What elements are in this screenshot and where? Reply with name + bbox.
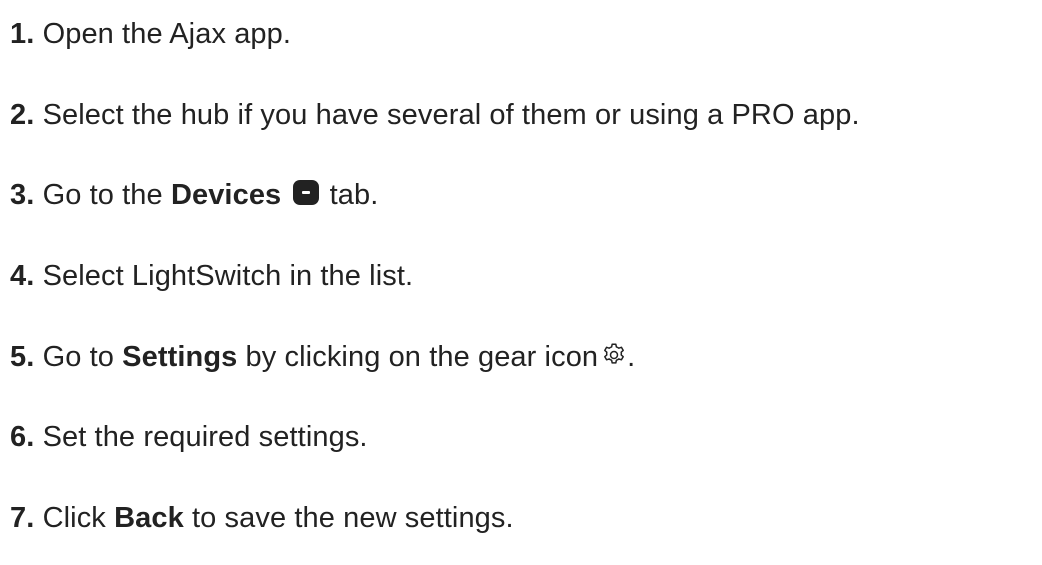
step-number: 3. <box>10 179 35 211</box>
step-number: 5. <box>10 341 35 373</box>
step-text-pre: Go to the <box>42 179 163 211</box>
step-number: 2. <box>10 99 35 131</box>
step-text-pre: Click <box>42 502 106 534</box>
step-4: 4. Select LightSwitch in the list. <box>10 256 413 296</box>
devices-label: Devices <box>170 179 282 211</box>
step-2: 2. Select the hub if you have several of… <box>10 95 860 135</box>
step-text-post: to save the new settings. <box>191 502 514 534</box>
step-text: Open the Ajax app. <box>42 18 292 50</box>
step-text-end: . <box>627 341 636 373</box>
step-text: Set the required settings. <box>42 421 368 453</box>
gear-icon <box>604 343 625 364</box>
step-text-pre: Go to <box>42 341 114 373</box>
step-1: 1. Open the Ajax app. <box>10 14 291 54</box>
step-number: 1. <box>10 18 35 50</box>
step-5: 5. Go to Settings by clicking on the gea… <box>10 337 635 377</box>
step-text-post: by clicking on the gear icon <box>245 341 599 373</box>
step-number: 6. <box>10 421 35 453</box>
back-label: Back <box>114 502 184 534</box>
step-text: Select the hub if you have several of th… <box>42 99 860 131</box>
step-7: 7. Click Back to save the new settings. <box>10 498 514 538</box>
step-text: Select LightSwitch in the list. <box>42 260 414 292</box>
step-text-post: tab. <box>329 179 379 211</box>
step-6: 6. Set the required settings. <box>10 417 368 457</box>
step-3: 3. Go to the Devices tab. <box>10 175 378 215</box>
step-number: 4. <box>10 260 35 292</box>
step-number: 7. <box>10 502 35 534</box>
settings-label: Settings <box>122 341 238 373</box>
devices-tab-icon <box>293 180 320 205</box>
